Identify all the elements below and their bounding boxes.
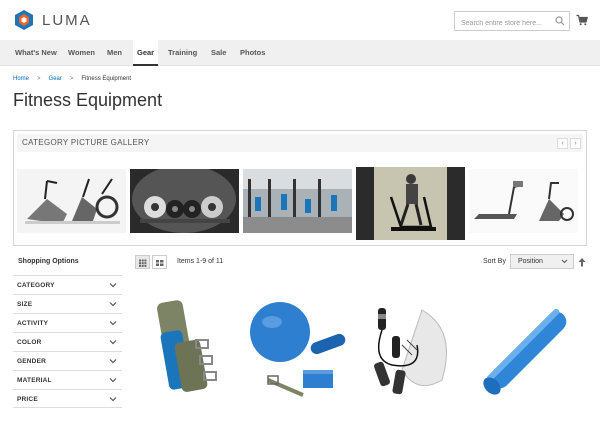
- filter-category[interactable]: CATEGORY: [13, 275, 122, 294]
- gallery-image-elliptical[interactable]: [356, 167, 465, 240]
- sort-direction-arrow-icon[interactable]: [578, 257, 586, 267]
- gallery-image-treadmill[interactable]: [469, 169, 578, 233]
- chevron-down-icon: [109, 283, 117, 288]
- search-box: [454, 11, 570, 33]
- nav-whats-new[interactable]: What's New: [13, 40, 59, 66]
- filter-label: COLOR: [17, 339, 42, 346]
- filter-list: CATEGORY SIZE ACTIVITY COLOR GENDER MATE…: [13, 275, 122, 408]
- breadcrumb: Home > Gear > Fitness Equipment: [13, 76, 131, 82]
- gallery-image-gym-machines[interactable]: [17, 169, 126, 233]
- sort-by-value: Position: [518, 258, 543, 265]
- gallery-title: CATEGORY PICTURE GALLERY: [22, 138, 150, 147]
- luma-logo-icon: [15, 10, 33, 30]
- filter-size[interactable]: SIZE: [13, 294, 122, 313]
- search-input[interactable]: [455, 14, 551, 33]
- product-image-yoga-strap[interactable]: [150, 296, 240, 396]
- chevron-down-icon: [109, 340, 117, 345]
- product-image-foam-roller[interactable]: [478, 300, 578, 400]
- filter-activity[interactable]: ACTIVITY: [13, 313, 122, 332]
- chevron-down-icon: [109, 397, 117, 402]
- filter-gender[interactable]: GENDER: [13, 351, 122, 370]
- grid-view-button[interactable]: [135, 255, 150, 269]
- gallery-next-button[interactable]: ›: [570, 138, 581, 149]
- nav-men[interactable]: Men: [105, 40, 124, 66]
- filter-label: ACTIVITY: [17, 320, 49, 327]
- logo-text: LUMA: [42, 11, 92, 29]
- grid-icon: [139, 259, 147, 267]
- category-picture-gallery: CATEGORY PICTURE GALLERY ‹ ›: [13, 130, 587, 246]
- nav-photos[interactable]: Photos: [238, 40, 267, 66]
- gallery-prev-button[interactable]: ‹: [557, 138, 568, 149]
- breadcrumb-separator: >: [69, 76, 74, 82]
- main-nav: What's New Women Men Gear Training Sale …: [0, 40, 600, 66]
- filter-label: CATEGORY: [17, 282, 55, 289]
- chevron-down-icon: [109, 321, 117, 326]
- list-icon: [156, 260, 164, 266]
- chevron-down-icon: [109, 359, 117, 364]
- breadcrumb-gear[interactable]: Gear: [49, 76, 62, 82]
- filter-label: GENDER: [17, 358, 47, 365]
- gallery-image-gym-interior[interactable]: [243, 169, 352, 233]
- cart-icon[interactable]: [576, 14, 588, 26]
- shopping-options-heading: Shopping Options: [18, 258, 79, 265]
- nav-sale[interactable]: Sale: [209, 40, 228, 66]
- breadcrumb-separator: >: [37, 76, 41, 82]
- filter-material[interactable]: MATERIAL: [13, 370, 122, 389]
- filter-price[interactable]: PRICE: [13, 389, 122, 408]
- list-view-button[interactable]: [152, 255, 167, 269]
- chevron-down-icon: [109, 302, 117, 307]
- site-header: LUMA: [0, 0, 600, 40]
- gallery-image-weights[interactable]: [130, 169, 239, 233]
- page-title: Fitness Equipment: [13, 90, 163, 110]
- filter-label: SIZE: [17, 301, 33, 308]
- product-image-jump-rope-set[interactable]: [362, 300, 467, 400]
- chevron-down-icon: [561, 259, 568, 264]
- breadcrumb-current: Fitness Equipment: [81, 76, 132, 82]
- items-count: Items 1-9 of 11: [177, 258, 224, 265]
- sort-by-label: Sort By: [483, 258, 506, 265]
- filter-label: PRICE: [17, 396, 38, 403]
- filter-color[interactable]: COLOR: [13, 332, 122, 351]
- nav-training[interactable]: Training: [166, 40, 199, 66]
- luma-logo[interactable]: LUMA: [13, 9, 92, 31]
- gallery-header: CATEGORY PICTURE GALLERY ‹ ›: [17, 134, 583, 152]
- sort-by-select[interactable]: Position: [510, 254, 574, 269]
- filter-label: MATERIAL: [17, 377, 52, 384]
- search-icon[interactable]: [555, 16, 565, 26]
- nav-gear[interactable]: Gear: [133, 40, 159, 66]
- nav-women[interactable]: Women: [66, 40, 97, 66]
- product-image-exercise-ball-kit[interactable]: [248, 300, 353, 400]
- chevron-down-icon: [109, 378, 117, 383]
- breadcrumb-home[interactable]: Home: [13, 76, 29, 82]
